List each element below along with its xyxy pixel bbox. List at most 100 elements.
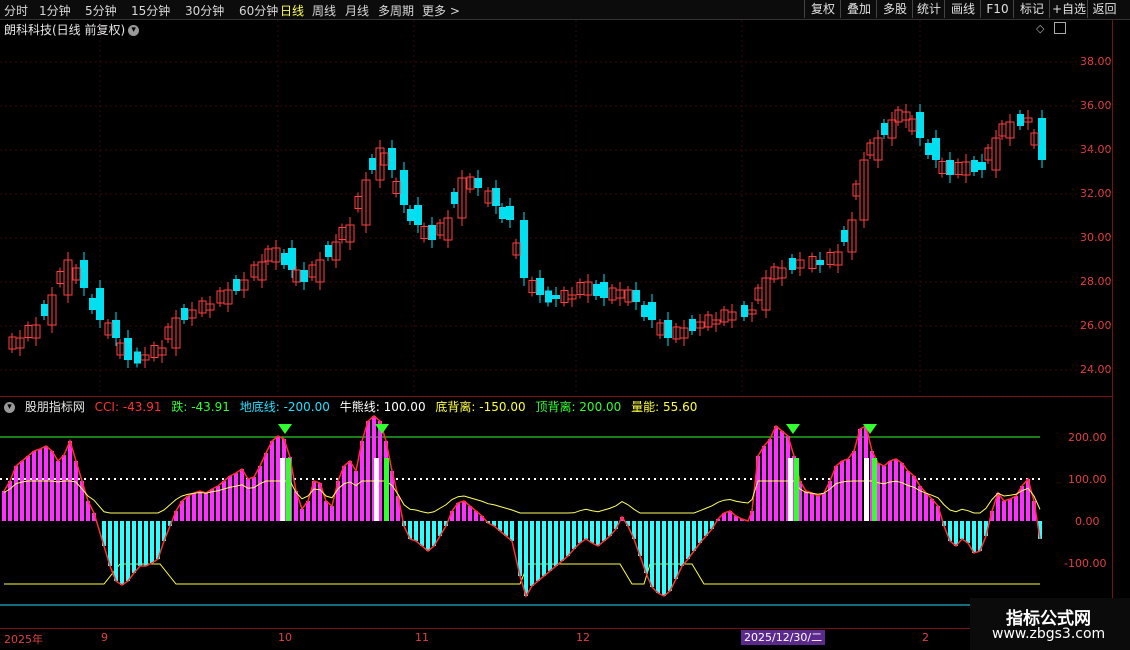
tab-5min[interactable]: 5分钟 (85, 2, 117, 19)
cci-bar (840, 461, 844, 521)
cci-bar (548, 521, 552, 571)
cci-bar (930, 499, 934, 521)
cci-bar (882, 466, 886, 521)
cci-bar (554, 521, 558, 566)
candle-body (664, 320, 672, 338)
cci-bar (186, 496, 190, 521)
candle-body (369, 158, 376, 170)
top-signal-marker (786, 424, 800, 434)
candle-body (552, 295, 560, 299)
candle-body (407, 209, 414, 221)
candle-body (41, 304, 48, 316)
cci-bar (234, 473, 238, 521)
top-signal-marker (375, 424, 389, 434)
back-button[interactable]: 返回 (1087, 0, 1121, 18)
cci-bar (560, 521, 564, 561)
cci-bar (62, 455, 66, 521)
cci-bar (680, 521, 684, 566)
cci-bar (810, 493, 814, 521)
xaxis-label: 12 (576, 631, 590, 644)
tab-monthly[interactable]: 月线 (345, 2, 369, 19)
tab-30min[interactable]: 30分钟 (185, 2, 224, 19)
signal-bar (280, 458, 285, 521)
tab-weekly[interactable]: 周线 (312, 2, 336, 19)
cci-bar (324, 501, 328, 521)
candle-body (233, 279, 240, 291)
candle-body (281, 253, 288, 265)
tab-daily[interactable]: 日线 (280, 2, 304, 19)
candle-body (946, 160, 954, 175)
cci-bar (888, 461, 892, 521)
cci-bar (468, 506, 472, 521)
stats-button[interactable]: 统计 (912, 0, 945, 18)
cci-bar (510, 521, 514, 541)
add-watchlist-button[interactable]: +自选 (1049, 0, 1088, 18)
cci-bar (150, 521, 154, 563)
cci-bar (348, 461, 352, 521)
cci-bar (692, 521, 696, 551)
tab-multi-period[interactable]: 多周期 (378, 2, 414, 19)
cci-bar (114, 521, 118, 581)
xaxis-label: 11 (415, 631, 429, 644)
candle-body (181, 308, 188, 320)
cci-bar (674, 521, 678, 579)
cci-bar (32, 451, 36, 521)
cci-bar (138, 521, 142, 566)
candle-body (288, 248, 296, 270)
f10-button[interactable]: F10 (980, 0, 1014, 18)
xaxis-line (0, 628, 1112, 629)
signal-bar (286, 458, 291, 521)
signal-bar (864, 458, 869, 521)
cci-bar (144, 521, 148, 566)
tab-15min[interactable]: 15分钟 (131, 2, 170, 19)
toolbar: 分时 1分钟 5分钟 15分钟 30分钟 60分钟 日线 周线 月线 多周期 更… (0, 0, 1130, 20)
mark-button[interactable]: 标记 (1013, 0, 1050, 18)
cci-bar (330, 506, 334, 521)
cci-bar (846, 459, 850, 521)
cci-bar (834, 466, 838, 521)
cci-bar (566, 521, 570, 556)
candle-body (881, 123, 888, 135)
draw-button[interactable]: 画线 (944, 0, 981, 18)
cci-bar (276, 436, 280, 521)
fuquan-button[interactable]: 复权 (804, 0, 841, 18)
candle-body (388, 148, 396, 170)
cci-bar (210, 489, 214, 521)
cci-bar (924, 493, 928, 521)
cci-bar (258, 466, 262, 521)
cci-bar (852, 451, 856, 521)
candle-body (741, 305, 748, 317)
cci-bar (662, 521, 666, 596)
cci-bar (192, 493, 196, 521)
candle-body (789, 258, 796, 270)
watermark-url: www.zbgs3.com (992, 626, 1106, 642)
cci-bar (656, 521, 660, 593)
cci-bar (14, 466, 18, 521)
candle-body (300, 270, 308, 282)
overlay-button[interactable]: 叠加 (840, 0, 877, 18)
candle-body (978, 162, 986, 170)
cci-bar (536, 521, 540, 581)
top-signal-marker (278, 424, 292, 434)
tab-60min[interactable]: 60分钟 (239, 2, 278, 19)
cci-bar (426, 521, 430, 551)
cci-bar (1002, 501, 1006, 521)
cci-bar (204, 493, 208, 521)
candle-body (632, 290, 640, 302)
cci-bar (894, 459, 898, 521)
cci-bar (8, 481, 12, 521)
tab-fenshi[interactable]: 分时 (4, 2, 28, 19)
cci-bar (596, 521, 600, 546)
cci-bar (228, 476, 232, 521)
candle-body (932, 138, 940, 160)
cci-bar (222, 481, 226, 521)
cci-bar (530, 521, 534, 586)
tab-1min[interactable]: 1分钟 (39, 2, 71, 19)
candle-body (134, 351, 141, 364)
cci-bar (804, 491, 808, 521)
candle-body (520, 220, 528, 278)
tab-more[interactable]: 更多 > (422, 2, 460, 19)
candle-body (1038, 118, 1046, 160)
cci-bar (584, 521, 588, 539)
multi-stock-button[interactable]: 多股 (876, 0, 913, 18)
